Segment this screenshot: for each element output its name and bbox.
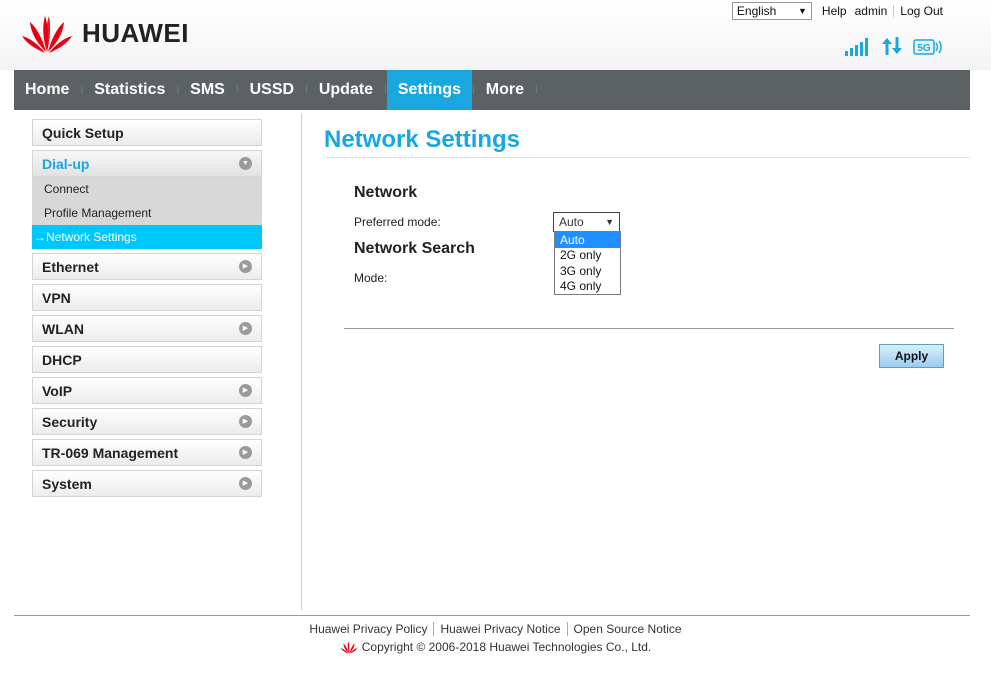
nav-separator: ⁞ [535,84,538,96]
language-select[interactable]: English ▼ [731,2,812,20]
sidebar-item-ethernet[interactable]: Ethernet ▶ [32,253,262,280]
sidebar-item-wlan[interactable]: WLAN ▶ [32,315,262,342]
top-links: English ▼ Help admin Log Out [731,2,947,20]
nav-ussd[interactable]: USSD [239,70,305,110]
privacy-policy-link[interactable]: Huawei Privacy Policy [303,622,433,636]
huawei-flower-icon [340,641,358,654]
privacy-notice-link[interactable]: Huawei Privacy Notice [434,622,566,636]
sidebar-item-label: Security [42,413,98,430]
sidebar-item-label: TR-069 Management [42,444,179,461]
sidebar-item-label: Quick Setup [42,124,124,141]
sidebar-item-label: Ethernet [42,258,99,275]
option-auto[interactable]: Auto [555,232,620,248]
option-2g-only[interactable]: 2G only [555,248,620,264]
sidebar-item-tr069[interactable]: TR-069 Management ▶ [32,439,262,466]
sidebar: Quick Setup Dial-up ▼ Connect Profile Ma… [32,119,262,501]
mode-label: Mode: [354,271,388,285]
open-source-notice-link[interactable]: Open Source Notice [568,622,688,636]
chevron-right-icon: ▶ [239,446,252,459]
status-icons: 5G [845,36,943,56]
sidebar-subitem-profile-management[interactable]: Profile Management [32,201,262,225]
footer-links: Huawei Privacy Policy Huawei Privacy Not… [0,622,991,636]
sidebar-item-label: VPN [42,289,71,306]
header: HUAWEI English ▼ Help admin Log Out 5G [0,0,991,70]
form-divider [344,328,954,329]
chevron-right-icon: ▶ [239,415,252,428]
sidebar-item-vpn[interactable]: VPN [32,284,262,311]
preferred-mode-value: Auto [559,215,584,229]
sidebar-subitem-network-settings[interactable]: → Network Settings [32,225,262,249]
chevron-right-icon: ▶ [239,384,252,397]
nav-more[interactable]: More [475,70,535,110]
dropdown-arrow-icon: ▼ [605,217,614,227]
huawei-logo: HUAWEI [20,12,189,54]
dialup-submenu: Connect Profile Management → Network Set… [32,177,262,249]
dropdown-arrow-icon: ▼ [798,6,807,16]
logout-link[interactable]: Log Out [896,4,947,18]
page-title: Network Settings [324,126,521,153]
nav-settings[interactable]: Settings [386,70,472,110]
copyright: Copyright © 2006-2018 Huawei Technologie… [0,640,991,654]
nav-home[interactable]: Home [14,70,80,110]
sidebar-item-dhcp[interactable]: DHCP [32,346,262,373]
footer-divider [14,615,970,616]
sidebar-item-label: VoIP [42,382,73,399]
chevron-down-icon: ▼ [239,157,252,170]
apply-button[interactable]: Apply [879,344,944,368]
option-3g-only[interactable]: 3G only [555,263,620,279]
title-divider [324,157,970,158]
content-divider [301,114,302,610]
network-search-heading: Network Search [354,240,475,257]
network-5g-icon: 5G [913,39,942,55]
sidebar-item-label: WLAN [42,320,84,337]
signal-strength-icon [845,38,868,56]
arrow-right-icon: → [34,230,46,244]
sidebar-subitem-connect[interactable]: Connect [32,177,262,201]
copyright-text: Copyright © 2006-2018 Huawei Technologie… [361,640,652,654]
divider [893,5,895,17]
chevron-right-icon: ▶ [239,260,252,273]
huawei-flower-icon [22,16,72,53]
option-4g-only[interactable]: 4G only [555,279,620,295]
main-nav: Home ⁞ Statistics ⁞ SMS ⁞ USSD ⁞ Update … [14,70,970,110]
preferred-mode-select[interactable]: Auto ▼ [553,212,620,232]
help-link[interactable]: Help [818,4,851,18]
preferred-mode-label: Preferred mode: [354,215,441,229]
language-value: English [736,4,777,18]
network-heading: Network [354,184,418,201]
sidebar-item-system[interactable]: System ▶ [32,470,262,497]
nav-statistics[interactable]: Statistics [83,70,176,110]
brand-name: HUAWEI [82,17,189,48]
username-link[interactable]: admin [851,4,892,18]
sidebar-item-dialup[interactable]: Dial-up ▼ [32,150,262,177]
sidebar-item-label: Dial-up [42,155,90,172]
sidebar-item-security[interactable]: Security ▶ [32,408,262,435]
sidebar-item-label: System [42,475,92,492]
sidebar-item-voip[interactable]: VoIP ▶ [32,377,262,404]
chevron-right-icon: ▶ [239,322,252,335]
data-transfer-icon [882,37,902,55]
sidebar-subitem-label: Network Settings [46,230,137,244]
svg-text:5G: 5G [917,43,931,54]
nav-sms[interactable]: SMS [179,70,236,110]
chevron-right-icon: ▶ [239,477,252,490]
preferred-mode-dropdown: Auto 2G only 3G only 4G only [554,231,621,295]
nav-update[interactable]: Update [308,70,384,110]
sidebar-item-quick-setup[interactable]: Quick Setup [32,119,262,146]
sidebar-item-label: DHCP [42,351,82,368]
